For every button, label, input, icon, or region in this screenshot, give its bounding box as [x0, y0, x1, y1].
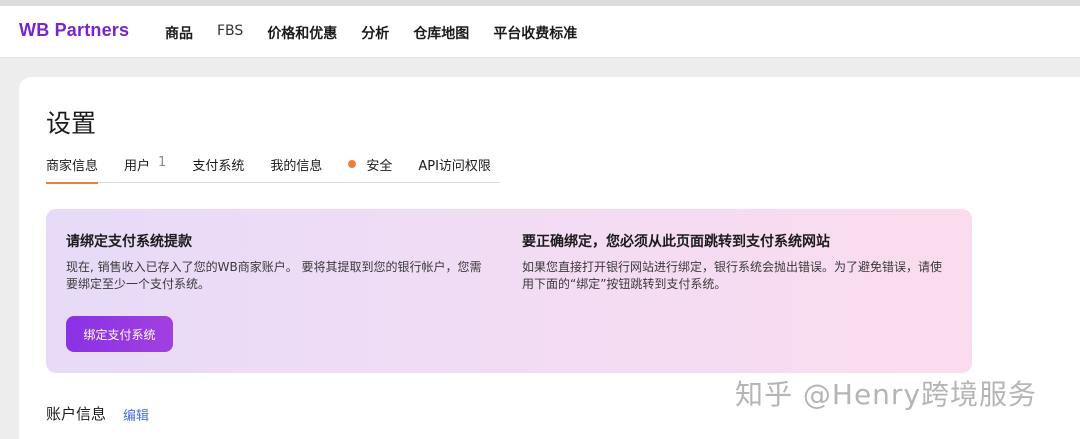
- banner-left-column: 请绑定支付系统提款 现在, 销售收入已存入了您的WB商家账户。 要将其提取到您的…: [66, 231, 486, 293]
- nav-item-analytics[interactable]: 分析: [361, 23, 389, 43]
- tab-label: API访问权限: [418, 159, 491, 174]
- alert-dot-icon: [348, 160, 357, 168]
- brand-logo[interactable]: WB Partners: [19, 20, 129, 41]
- watermark-text: 知乎 @Henry跨境服务: [735, 378, 1038, 411]
- nav-item-fbs[interactable]: FBS: [217, 23, 243, 43]
- nav-item-products[interactable]: 商品: [165, 23, 193, 43]
- banner-right-heading: 要正确绑定，您必须从此页面跳转到支付系统网站: [522, 234, 830, 250]
- tab-label: 支付系统: [192, 159, 245, 174]
- edit-account-link[interactable]: 编辑: [123, 405, 149, 424]
- settings-tabs: 商家信息 用户 1 支付系统 我的信息 安全 API访问权限: [46, 152, 500, 184]
- nav-item-platform-fees[interactable]: 平台收费标准: [493, 23, 577, 43]
- top-navigation-bar: WB Partners 商品 FBS 价格和优惠 分析 仓库地图 平台收费标准: [0, 6, 1080, 58]
- tab-my-info[interactable]: 我的信息: [270, 152, 322, 183]
- payment-binding-banner: 请绑定支付系统提款 现在, 销售收入已存入了您的WB商家账户。 要将其提取到您的…: [46, 209, 972, 373]
- account-info-heading: 账户信息: [46, 405, 107, 423]
- tab-payment-systems[interactable]: 支付系统: [192, 152, 244, 183]
- banner-right-text: 如果您直接打开银行网站进行绑定，银行系统会抛出错误。为了避免错误，请使用下面的“…: [522, 260, 943, 291]
- tab-label: 我的信息: [270, 159, 323, 174]
- tab-api-access[interactable]: API访问权限: [418, 152, 491, 183]
- users-count-badge: 1: [158, 155, 167, 170]
- main-nav: 商品 FBS 价格和优惠 分析 仓库地图 平台收费标准: [165, 23, 601, 43]
- tab-label: 商家信息: [46, 159, 99, 174]
- nav-item-prices-promotions[interactable]: 价格和优惠: [267, 23, 337, 43]
- banner-left-text: 现在, 销售收入已存入了您的WB商家账户。 要将其提取到您的银行帐户，您需要绑定…: [66, 260, 482, 291]
- tab-security[interactable]: 安全: [348, 152, 392, 183]
- tab-label: 用户: [124, 159, 151, 174]
- banner-left-heading: 请绑定支付系统提款: [66, 234, 192, 250]
- banner-right-column: 要正确绑定，您必须从此页面跳转到支付系统网站 如果您直接打开银行网站进行绑定，银…: [522, 231, 952, 293]
- bind-payment-system-button[interactable]: 绑定支付系统: [66, 316, 173, 352]
- nav-item-warehouse-map[interactable]: 仓库地图: [413, 23, 469, 43]
- page-title: 设置: [46, 109, 97, 138]
- tab-users[interactable]: 用户 1: [124, 152, 166, 183]
- tab-label: 安全: [366, 159, 393, 174]
- tab-merchant-info[interactable]: 商家信息: [46, 152, 99, 184]
